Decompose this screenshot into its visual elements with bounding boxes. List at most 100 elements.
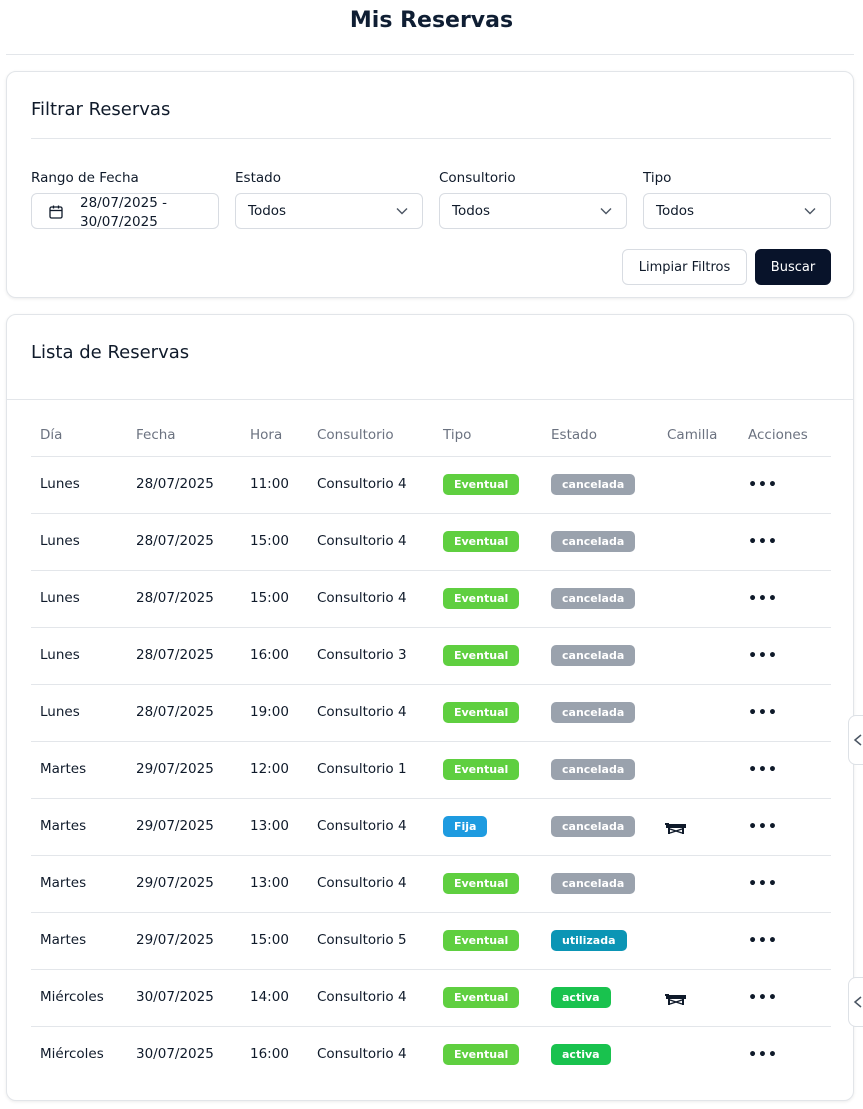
row-actions-button[interactable]: ••• [748, 931, 777, 951]
cell-consultorio: Consultorio 4 [317, 590, 407, 606]
cell-dia: Lunes [40, 647, 80, 663]
status-badge: utilizada [551, 930, 627, 951]
cell-hora: 16:00 [250, 647, 289, 663]
row-actions-button[interactable]: ••• [748, 988, 777, 1008]
side-drawer-handle[interactable] [848, 977, 863, 1027]
cell-consultorio: Consultorio 1 [317, 761, 407, 777]
status-badge: cancelada [551, 816, 636, 837]
row-actions-button[interactable]: ••• [748, 532, 777, 552]
cell-dia: Martes [40, 761, 87, 777]
cell-consultorio: Consultorio 4 [317, 533, 407, 549]
tipo-badge: Eventual [443, 759, 520, 780]
table-header: Día Fecha Hora Consultorio Tipo Estado C… [31, 400, 831, 457]
cell-consultorio: Consultorio 5 [317, 932, 407, 948]
column-header-estado: Estado [551, 427, 597, 443]
estado-select[interactable]: Todos [235, 193, 423, 229]
date-range-value: 28/07/2025 - 30/07/2025 [80, 195, 167, 230]
consultorio-select[interactable]: Todos [439, 193, 627, 229]
date-range-picker[interactable]: 28/07/2025 - 30/07/2025 [31, 193, 219, 230]
row-actions-button[interactable]: ••• [748, 817, 777, 837]
estado-select-value: Todos [248, 203, 287, 219]
table-row: Lunes 28/07/2025 15:00 Consultorio 4 Eventua… [31, 571, 831, 628]
tipo-select-value: Todos [656, 203, 695, 219]
chevron-down-icon [396, 208, 408, 215]
tipo-badge: Eventual [443, 1044, 520, 1065]
chevron-left-icon [853, 996, 862, 1008]
cell-consultorio: Consultorio 3 [317, 647, 407, 663]
table-row: Miércoles 30/07/2025 16:00 Consultorio 4 Eve… [31, 1027, 831, 1084]
chevron-left-icon [853, 734, 862, 746]
filter-card: Filtrar Reservas Rango de Fecha 28/07/20… [6, 71, 854, 298]
cell-fecha: 28/07/2025 [136, 647, 214, 663]
column-header-tipo: Tipo [443, 427, 472, 443]
status-badge: cancelada [551, 531, 636, 552]
cell-consultorio: Consultorio 4 [317, 476, 407, 492]
row-actions-button[interactable]: ••• [748, 589, 777, 609]
status-badge: cancelada [551, 873, 636, 894]
massage-table-icon [665, 991, 687, 1005]
filter-divider [31, 138, 831, 139]
row-actions-button[interactable]: ••• [748, 703, 777, 723]
table-row: Lunes 28/07/2025 15:00 Consultorio 4 Eventua… [31, 514, 831, 571]
reservations-card-title: Lista de Reservas [31, 342, 190, 363]
tipo-badge: Eventual [443, 987, 520, 1008]
tipo-label: Tipo [643, 170, 672, 186]
cell-dia: Miércoles [40, 1046, 104, 1062]
status-badge: cancelada [551, 759, 636, 780]
status-badge: activa [551, 987, 611, 1008]
massage-table-icon [665, 820, 687, 834]
consultorio-select-value: Todos [452, 203, 491, 219]
table-row: Martes 29/07/2025 13:00 Consultorio 4 Eventu… [31, 856, 831, 913]
reservations-card: Lista de Reservas Día Fecha Hora Consult… [6, 314, 854, 1101]
cell-hora: 14:00 [250, 989, 289, 1005]
status-badge: cancelada [551, 474, 636, 495]
cell-consultorio: Consultorio 4 [317, 704, 407, 720]
side-drawer-handle[interactable] [848, 715, 863, 765]
column-header-camilla: Camilla [667, 427, 718, 443]
row-actions-button[interactable]: ••• [748, 475, 777, 495]
table-row: Martes 29/07/2025 15:00 Consultorio 5 Eventu… [31, 913, 831, 970]
row-actions-button[interactable]: ••• [748, 646, 777, 666]
search-button[interactable]: Buscar [755, 249, 831, 285]
column-header-acciones: Acciones [748, 427, 808, 443]
cell-hora: 13:00 [250, 875, 289, 891]
cell-hora: 11:00 [250, 476, 289, 492]
cell-hora: 16:00 [250, 1046, 289, 1062]
tipo-badge: Eventual [443, 645, 520, 666]
cell-hora: 19:00 [250, 704, 289, 720]
calendar-icon [49, 205, 63, 219]
reservations-table-body: Lunes 28/07/2025 11:00 Consultorio 4 Eventua… [31, 457, 831, 1084]
cell-dia: Lunes [40, 590, 80, 606]
status-badge: cancelada [551, 645, 636, 666]
table-row: Martes 29/07/2025 12:00 Consultorio 1 Eventu… [31, 742, 831, 799]
cell-hora: 15:00 [250, 590, 289, 606]
clear-filters-button[interactable]: Limpiar Filtros [622, 249, 747, 285]
cell-fecha: 30/07/2025 [136, 989, 214, 1005]
filter-card-title: Filtrar Reservas [31, 99, 171, 120]
column-header-fecha: Fecha [136, 427, 176, 443]
title-divider [6, 54, 854, 55]
column-header-consultorio: Consultorio [317, 427, 394, 443]
cell-fecha: 30/07/2025 [136, 1046, 214, 1062]
row-actions-button[interactable]: ••• [748, 874, 777, 894]
tipo-badge: Eventual [443, 474, 520, 495]
status-badge: cancelada [551, 702, 636, 723]
cell-dia: Lunes [40, 704, 80, 720]
consultorio-label: Consultorio [439, 170, 516, 186]
table-row: Lunes 28/07/2025 19:00 Consultorio 4 Eventua… [31, 685, 831, 742]
cell-hora: 15:00 [250, 932, 289, 948]
cell-dia: Lunes [40, 533, 80, 549]
cell-consultorio: Consultorio 4 [317, 875, 407, 891]
tipo-select[interactable]: Todos [643, 193, 831, 229]
row-actions-button[interactable]: ••• [748, 1045, 777, 1065]
tipo-badge: Eventual [443, 930, 520, 951]
page-title: Mis Reservas [349, 8, 514, 33]
cell-consultorio: Consultorio 4 [317, 818, 407, 834]
chevron-down-icon [600, 208, 612, 215]
cell-fecha: 28/07/2025 [136, 590, 214, 606]
tipo-badge: Fija [443, 816, 488, 837]
cell-fecha: 28/07/2025 [136, 533, 214, 549]
status-badge: activa [551, 1044, 611, 1065]
row-actions-button[interactable]: ••• [748, 760, 777, 780]
cell-fecha: 29/07/2025 [136, 761, 214, 777]
